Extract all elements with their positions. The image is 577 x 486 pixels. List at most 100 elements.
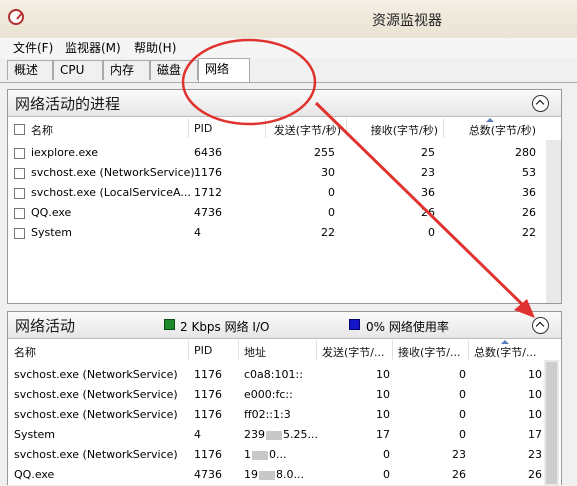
col-send[interactable]: 发送(字节/秒) — [265, 122, 341, 138]
menu-file[interactable]: 文件(F) — [13, 39, 53, 56]
net-row-name[interactable]: System — [14, 428, 55, 441]
process-name[interactable]: iexplore.exe — [31, 146, 98, 159]
menu-help[interactable]: 帮助(H) — [134, 39, 176, 56]
process-checkbox[interactable] — [14, 208, 25, 219]
process-checkbox[interactable] — [14, 228, 25, 239]
process-recv: 25 — [421, 146, 435, 159]
sort-desc-icon — [486, 118, 494, 122]
net-col-address[interactable]: 地址 — [244, 344, 266, 360]
menu-bar: 文件(F) 监视器(M) 帮助(H) — [0, 38, 577, 58]
tab-bar: 概述 CPU 内存 磁盘 网络 — [0, 58, 577, 83]
col-recv[interactable]: 接收(字节/秒) — [352, 122, 438, 138]
net-row-address: c0a8:101:: — [244, 368, 303, 381]
net-row-pid: 4 — [194, 428, 201, 441]
tab-memory[interactable]: 内存 — [103, 60, 150, 80]
net-col-recv[interactable]: 接收(字节/... — [398, 344, 461, 360]
net-row-send: 10 — [376, 388, 390, 401]
address-part: ff02::1:3 — [244, 408, 291, 421]
process-checkbox[interactable] — [14, 188, 25, 199]
network-panel-header[interactable]: 网络活动 2 Kbps 网络 I/O 0% 网络使用率 — [8, 312, 561, 339]
net-row-address: 239 5.25... — [244, 428, 318, 441]
address-part: 5.25... — [283, 428, 318, 441]
process-recv: 36 — [421, 186, 435, 199]
net-row-name[interactable]: svchost.exe (NetworkService) — [14, 408, 178, 421]
net-row-send: 10 — [376, 368, 390, 381]
usage-label: 0% 网络使用率 — [366, 320, 449, 334]
net-row-send: 17 — [376, 428, 390, 441]
process-pid: 1712 — [194, 186, 222, 199]
redacted-mask — [252, 450, 268, 460]
processes-panel-title: 网络活动的进程 — [15, 95, 121, 113]
col-total[interactable]: 总数(字节/秒) — [450, 122, 536, 138]
address-part: 0... — [269, 448, 287, 461]
net-row-name[interactable]: svchost.exe (NetworkService) — [14, 388, 178, 401]
net-row-recv: 0 — [459, 428, 466, 441]
net-row-send: 0 — [383, 468, 390, 481]
net-col-name[interactable]: 名称 — [14, 344, 36, 360]
network-panel-title: 网络活动 — [15, 317, 76, 335]
collapse-processes-icon[interactable] — [532, 95, 549, 112]
processes-panel: 网络活动的进程 名称 PID 发送(字节/秒) 接收(字节/秒) 总数(字节/秒… — [7, 89, 562, 304]
process-pid: 4736 — [194, 206, 222, 219]
net-row-total: 10 — [528, 368, 542, 381]
process-send: 30 — [321, 166, 335, 179]
process-name[interactable]: svchost.exe (LocalServiceA... — [31, 186, 191, 199]
col-pid[interactable]: PID — [194, 122, 212, 135]
net-row-pid: 4736 — [194, 468, 222, 481]
process-checkbox[interactable] — [14, 148, 25, 159]
menu-monitor[interactable]: 监视器(M) — [65, 39, 121, 56]
net-row-name[interactable]: svchost.exe (NetworkService) — [14, 368, 178, 381]
net-row-total: 10 — [528, 388, 542, 401]
net-col-total[interactable]: 总数(字节/... — [474, 344, 537, 360]
resource-monitor-icon[interactable] — [8, 9, 24, 25]
process-recv: 23 — [421, 166, 435, 179]
process-send: 255 — [314, 146, 335, 159]
address-part: 1 — [244, 448, 251, 461]
process-recv: 26 — [421, 206, 435, 219]
tab-overview[interactable]: 概述 — [7, 60, 53, 80]
net-col-pid[interactable]: PID — [194, 344, 212, 357]
redacted-mask — [259, 470, 275, 480]
net-row-pid: 1176 — [194, 408, 222, 421]
net-row-total: 10 — [528, 408, 542, 421]
tab-network[interactable]: 网络 — [198, 58, 250, 82]
collapse-network-icon[interactable] — [532, 317, 549, 334]
net-row-address: ff02::1:3 — [244, 408, 291, 421]
net-col-send[interactable]: 发送(字节/... — [322, 344, 385, 360]
net-row-send: 0 — [383, 448, 390, 461]
process-total: 22 — [522, 226, 536, 239]
io-legend-swatch — [164, 319, 175, 330]
process-send: 0 — [328, 186, 335, 199]
process-checkbox[interactable] — [14, 168, 25, 179]
network-scrollbar[interactable] — [544, 360, 559, 486]
processes-scrollbar[interactable] — [546, 140, 561, 303]
select-all-checkbox[interactable] — [14, 124, 25, 135]
net-row-pid: 1176 — [194, 368, 222, 381]
io-label: 2 Kbps 网络 I/O — [180, 320, 270, 334]
process-pid: 1176 — [194, 166, 222, 179]
net-row-pid: 1176 — [194, 448, 222, 461]
net-row-recv: 26 — [452, 468, 466, 481]
net-row-pid: 1176 — [194, 388, 222, 401]
process-name[interactable]: svchost.exe (NetworkService) — [31, 166, 195, 179]
usage-legend-swatch — [349, 319, 360, 330]
redacted-mask — [266, 430, 282, 440]
net-row-address: e000:fc:: — [244, 388, 293, 401]
net-row-recv: 23 — [452, 448, 466, 461]
net-row-total: 26 — [528, 468, 542, 481]
net-row-address: 19 8.0... — [244, 468, 304, 481]
network-activity-panel: 网络活动 2 Kbps 网络 I/O 0% 网络使用率 名称 PID 地址 发送… — [7, 311, 562, 486]
title-bar: 资源监视器 — [0, 0, 577, 38]
net-row-recv: 0 — [459, 368, 466, 381]
address-part: c0a8:101:: — [244, 368, 303, 381]
process-name[interactable]: QQ.exe — [31, 206, 71, 219]
net-row-name[interactable]: svchost.exe (NetworkService) — [14, 448, 178, 461]
tab-cpu[interactable]: CPU — [53, 60, 103, 80]
col-name[interactable]: 名称 — [31, 122, 53, 138]
network-scrollbar-thumb[interactable] — [546, 362, 557, 484]
processes-panel-header[interactable]: 网络活动的进程 — [8, 90, 561, 117]
process-name[interactable]: System — [31, 226, 72, 239]
address-part: 19 — [244, 468, 258, 481]
net-row-name[interactable]: QQ.exe — [14, 468, 54, 481]
tab-disk[interactable]: 磁盘 — [150, 60, 198, 80]
